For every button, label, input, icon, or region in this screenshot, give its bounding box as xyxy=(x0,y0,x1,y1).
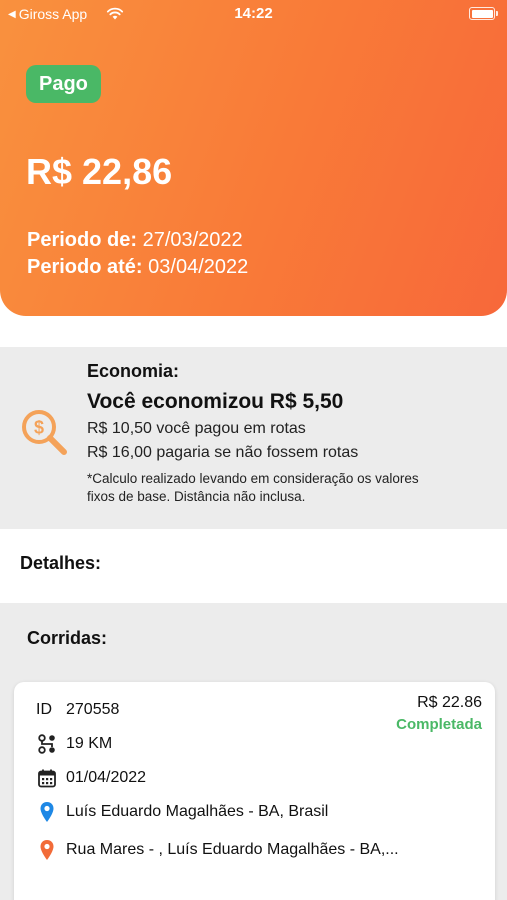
details-heading: Detalhes: xyxy=(20,553,102,573)
savings-title: Economia: xyxy=(87,361,180,381)
status-badge: Pago xyxy=(26,65,101,103)
battery-icon xyxy=(469,7,498,20)
status-time: 14:22 xyxy=(234,5,273,22)
savings-paid-line: R$ 10,50 você pagou em rotas xyxy=(87,420,306,437)
period-to-label: Periodo até: xyxy=(27,256,143,278)
savings-note: *Calculo realizado levando em consideraç… xyxy=(87,471,419,504)
savings-headline: Você economizou R$ 5,50 xyxy=(87,390,344,413)
ride-id-row: ID 270558 xyxy=(36,701,119,719)
period-from-label: Periodo de: xyxy=(27,229,138,251)
origin-pin-icon xyxy=(36,801,58,823)
ride-destination-row: Rua Mares - , Luís Eduardo Magalhães - B… xyxy=(36,839,399,861)
period-to: Periodo até: 03/04/2022 xyxy=(27,256,248,279)
status-bar: ◀ Giross App 14:22 xyxy=(0,0,507,28)
payment-header: ◀ Giross App 14:22 Pago R$ 22,86 Periodo… xyxy=(0,0,507,316)
ride-id-label: ID xyxy=(36,701,52,718)
destination-pin-icon xyxy=(36,839,58,861)
ride-distance-value: 19 KM xyxy=(66,735,113,752)
ride-date-row: 01/04/2022 xyxy=(36,767,146,789)
period-from: Periodo de: 27/03/2022 xyxy=(27,229,243,252)
ride-distance-row: 19 KM xyxy=(36,733,112,755)
ride-id-value: 270558 xyxy=(66,701,120,718)
ride-destination-value: Rua Mares - , Luís Eduardo Magalhães - B… xyxy=(66,841,399,858)
rides-heading: Corridas: xyxy=(27,628,108,648)
calendar-icon xyxy=(36,767,58,789)
savings-would-pay-line: R$ 16,00 pagaria se não fossem rotas xyxy=(87,444,359,461)
ride-price: R$ 22.86 xyxy=(417,694,482,711)
period-to-value: 03/04/2022 xyxy=(148,256,249,278)
ride-date-value: 01/04/2022 xyxy=(66,769,147,786)
dollar-search-icon: $ xyxy=(22,410,67,455)
payment-amount: R$ 22,86 xyxy=(26,151,173,192)
ride-origin-value: Luís Eduardo Magalhães - BA, Brasil xyxy=(66,803,329,820)
ride-status: Completada xyxy=(396,716,482,733)
svg-text:$: $ xyxy=(34,418,44,438)
period-from-value: 27/03/2022 xyxy=(142,229,243,251)
route-icon xyxy=(36,733,58,755)
ride-origin-row: Luís Eduardo Magalhães - BA, Brasil xyxy=(36,801,328,823)
